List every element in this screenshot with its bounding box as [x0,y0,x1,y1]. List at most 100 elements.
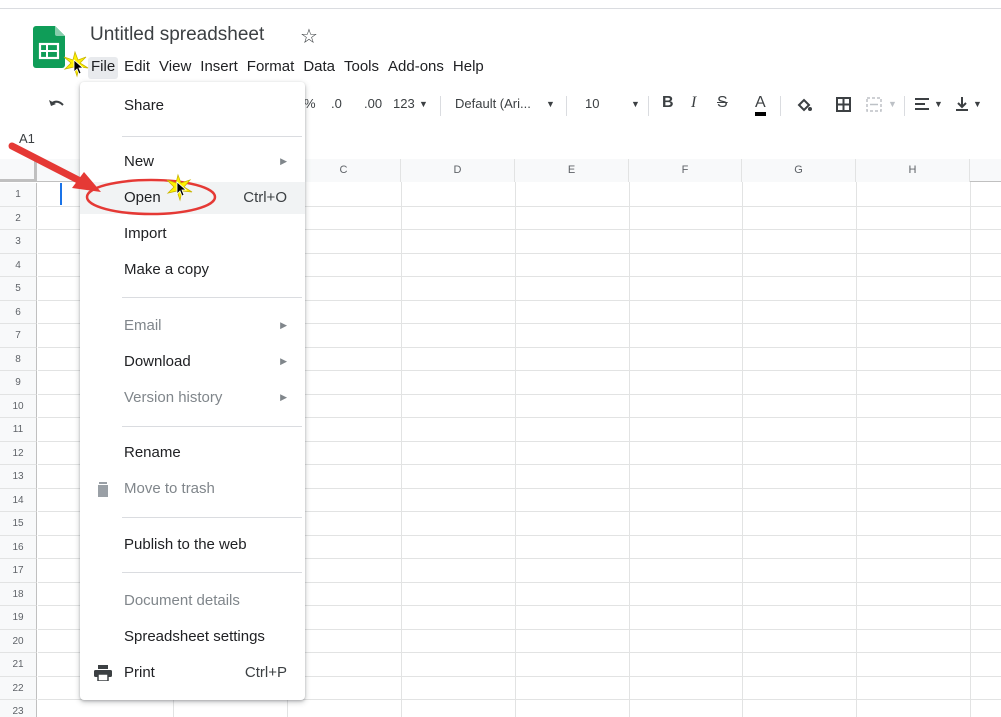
row-header[interactable]: 7 [0,324,37,348]
strikethrough-button[interactable]: S [717,94,728,112]
row-header[interactable]: 12 [0,442,37,465]
menu-format[interactable]: Format [244,57,298,79]
menu-data[interactable]: Data [300,57,338,79]
menu-item-rename[interactable]: Rename [80,437,305,469]
column-gridline [401,182,402,717]
toolbar-divider [648,96,649,116]
row-header[interactable]: 9 [0,371,37,395]
merge-cells-icon[interactable] [866,97,882,112]
column-header-e[interactable]: E [515,159,629,182]
row-header[interactable]: 16 [0,536,37,559]
row-header[interactable]: 22 [0,677,37,700]
chevron-down-icon: ▼ [934,99,943,109]
document-title[interactable]: Untitled spreadsheet [90,24,264,46]
italic-button[interactable]: I [691,94,696,112]
sheets-logo-icon[interactable] [33,26,65,68]
menu-file[interactable]: File [88,57,119,79]
click-highlight-burst-icon [63,50,89,78]
bold-button[interactable]: B [662,94,674,112]
row-header[interactable]: 13 [0,465,37,489]
menu-item-open[interactable]: Open Ctrl+O [80,182,305,214]
menu-item-email: Email ▶ [124,317,287,334]
menu-item-move-to-trash: Move to trash [80,473,305,505]
font-size-select[interactable]: 10 [585,96,599,111]
submenu-arrow-icon: ▶ [280,156,287,166]
menu-divider [122,297,302,298]
row-header[interactable]: 3 [0,230,37,254]
chevron-down-icon: ▼ [419,99,428,109]
row-header[interactable]: 19 [0,606,37,630]
row-header[interactable]: 10 [0,395,37,418]
menubar: File Edit View Insert Format Data Tools … [88,57,490,79]
row-header[interactable]: 21 [0,653,37,677]
menu-addons[interactable]: Add-ons [385,57,447,79]
menu-item-new[interactable]: New ▶ [80,146,305,178]
row-header[interactable]: 14 [0,489,37,512]
increase-decimal-button[interactable]: .00 [364,96,382,111]
submenu-arrow-icon: ▶ [280,320,287,330]
menu-item-publish-to-the-web[interactable]: Publish to the web [80,529,305,561]
text-color-button[interactable]: A [755,94,766,116]
fill-color-icon[interactable] [796,97,812,113]
vertical-align-icon[interactable] [955,96,969,112]
menu-help[interactable]: Help [450,57,487,79]
print-icon [94,665,112,681]
select-all-corner[interactable] [0,159,37,182]
chevron-down-icon: ▼ [546,99,555,109]
menu-item-make-a-copy[interactable]: Make a copy [80,254,305,286]
row-header[interactable]: 11 [0,418,37,442]
column-gridline [970,182,971,717]
row-header[interactable]: 4 [0,254,37,277]
row-header[interactable]: 18 [0,583,37,606]
menu-item-document-details: Document details [124,592,240,609]
column-header-g[interactable]: G [742,159,856,182]
menu-item-share[interactable]: Share [80,90,305,122]
row-header[interactable]: 5 [0,277,37,301]
chevron-down-icon: ▼ [631,99,640,109]
menu-item-print[interactable]: Print Ctrl+P [80,657,305,689]
font-family-select[interactable]: Default (Ari... [455,96,531,111]
align-left-icon[interactable] [914,97,930,111]
row-header[interactable]: 2 [0,207,37,230]
star-icon[interactable]: ☆ [300,24,318,49]
decrease-decimal-button[interactable]: .0 [331,96,342,111]
top-divider [0,8,1001,9]
toolbar-divider [566,96,567,116]
menu-divider [122,136,302,137]
selected-cell-a1[interactable] [60,183,64,205]
toolbar-divider [440,96,441,116]
menu-tools[interactable]: Tools [341,57,382,79]
menu-item-import[interactable]: Import [80,218,305,250]
borders-icon[interactable] [836,97,851,112]
row-header[interactable]: 6 [0,301,37,324]
menu-item-spreadsheet-settings[interactable]: Spreadsheet settings [80,621,305,653]
column-gridline [856,182,857,717]
row-header[interactable]: 8 [0,348,37,371]
row-header[interactable]: 23 [0,700,37,717]
chevron-down-icon: ▼ [888,99,897,109]
menu-item-download[interactable]: Download ▶ [80,346,305,378]
file-menu: Share New ▶ Open Ctrl+O Import Make a co… [80,82,305,700]
column-gridline [515,182,516,717]
submenu-arrow-icon: ▶ [280,392,287,402]
menu-item-version-history: Version history ▶ [124,389,287,406]
menu-insert[interactable]: Insert [197,57,241,79]
menu-divider [122,426,302,427]
more-formats-button[interactable]: 123 [393,96,415,111]
chevron-down-icon: ▼ [973,99,982,109]
menu-view[interactable]: View [156,57,194,79]
toolbar-divider [904,96,905,116]
row-header[interactable]: 17 [0,559,37,583]
percent-format-button[interactable]: % [304,96,316,111]
name-box[interactable]: A1 [19,131,35,146]
undo-icon[interactable] [48,98,66,112]
menu-divider [122,572,302,573]
row-header[interactable]: 1 [0,183,37,207]
column-header-h[interactable]: H [856,159,970,182]
row-header[interactable]: 15 [0,512,37,536]
row-header[interactable]: 20 [0,630,37,653]
menu-edit[interactable]: Edit [121,57,153,79]
toolbar-divider [780,96,781,116]
column-header-d[interactable]: D [401,159,515,182]
column-header-f[interactable]: F [629,159,742,182]
